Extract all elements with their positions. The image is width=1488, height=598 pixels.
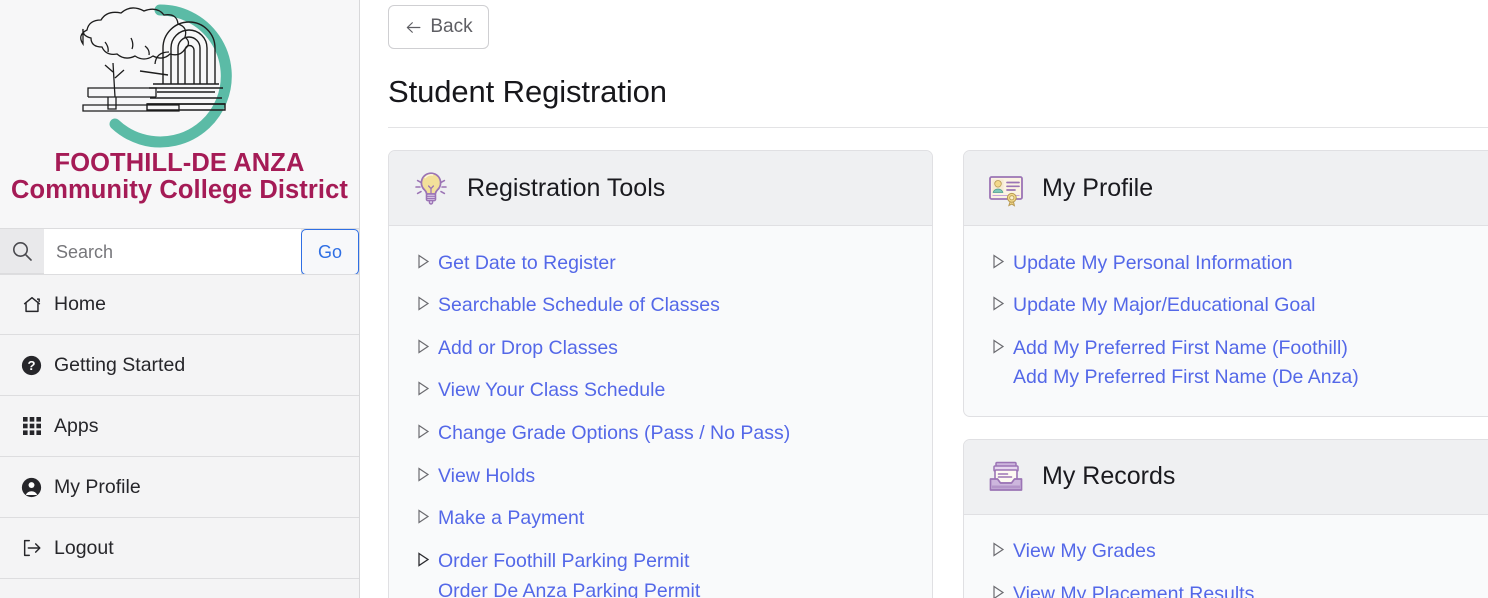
list-item[interactable]: View My Grades — [964, 531, 1488, 574]
page-root: FOOTHILL-DE ANZA Community College Distr… — [0, 0, 1488, 598]
link-add-or-drop-classes[interactable]: Add or Drop Classes — [438, 334, 618, 364]
link-make-a-payment[interactable]: Make a Payment — [438, 504, 584, 534]
lightbulb-icon — [411, 168, 451, 208]
right-column: My Profile Update My Personal Informatio… — [963, 150, 1488, 598]
triangle-marker-icon — [992, 542, 1005, 562]
list-item[interactable]: Change Grade Options (Pass / No Pass) — [389, 413, 932, 456]
arrow-left-icon — [404, 18, 423, 37]
triangle-marker-icon — [417, 339, 430, 359]
user-circle-icon — [20, 476, 43, 499]
sidebar-item-label: Getting Started — [54, 354, 185, 377]
sidebar-item-getting-started[interactable]: ? Getting Started — [0, 335, 359, 396]
card-body: View My Grades View My Placement Results — [964, 515, 1488, 598]
left-column: Registration Tools Get Date to Register — [388, 150, 933, 598]
sidebar-nav: Home ? Getting Started — [0, 274, 359, 579]
list-item[interactable]: Update My Personal Information — [964, 242, 1488, 285]
triangle-marker-icon — [417, 254, 430, 274]
triangle-marker-icon — [417, 296, 430, 316]
triangle-marker-icon — [417, 467, 430, 487]
link-update-my-personal-information[interactable]: Update My Personal Information — [1013, 249, 1293, 279]
triangle-marker-icon — [417, 424, 430, 444]
link-update-my-major-educational-goal[interactable]: Update My Major/Educational Goal — [1013, 291, 1315, 321]
list-item[interactable]: View Holds — [389, 455, 932, 498]
triangle-marker-icon — [417, 552, 430, 572]
link-get-date-to-register[interactable]: Get Date to Register — [438, 249, 616, 279]
triangle-marker-icon — [417, 381, 430, 401]
sidebar-item-apps[interactable]: Apps — [0, 396, 359, 457]
list-item[interactable]: Get Date to Register — [389, 242, 932, 285]
link-order-foothill-parking-permit[interactable]: Order Foothill Parking Permit — [438, 547, 700, 577]
search-icon[interactable] — [0, 229, 44, 273]
svg-text:?: ? — [27, 358, 35, 373]
card-header: Registration Tools — [389, 151, 932, 226]
card-registration-tools: Registration Tools Get Date to Register — [388, 150, 933, 598]
link-view-holds[interactable]: View Holds — [438, 462, 535, 492]
link-view-my-placement-results[interactable]: View My Placement Results — [1013, 580, 1254, 598]
main-content: Back Student Registration — [360, 0, 1488, 598]
card-header: My Profile — [964, 151, 1488, 226]
link-add-preferred-first-name-de-anza[interactable]: Add My Preferred First Name (De Anza) — [1013, 363, 1359, 393]
sidebar-item-label: My Profile — [54, 476, 141, 499]
sidebar-item-logout[interactable]: Logout — [0, 518, 359, 579]
card-title: Registration Tools — [467, 174, 665, 203]
title-divider — [388, 127, 1488, 128]
list-item[interactable]: Add or Drop Classes — [389, 327, 932, 370]
search-bar: Go — [0, 228, 359, 274]
id-card-icon — [986, 168, 1026, 208]
apps-grid-icon — [20, 415, 43, 438]
list-item[interactable]: Add My Preferred First Name (Foothill) A… — [964, 327, 1488, 399]
triangle-marker-icon — [417, 509, 430, 529]
list-item[interactable]: Make a Payment — [389, 498, 932, 541]
card-body: Update My Personal Information Update My… — [964, 226, 1488, 416]
triangle-marker-icon — [992, 296, 1005, 316]
triangle-marker-icon — [992, 585, 1005, 598]
card-body: Get Date to Register Searchable Schedule… — [389, 226, 932, 598]
foothill-de-anza-tree-arch-logo-icon — [45, 2, 315, 154]
link-view-my-grades[interactable]: View My Grades — [1013, 537, 1156, 567]
sidebar-item-my-profile[interactable]: My Profile — [0, 457, 359, 518]
link-view-your-class-schedule[interactable]: View Your Class Schedule — [438, 376, 665, 406]
list-item[interactable]: Update My Major/Educational Goal — [964, 285, 1488, 328]
question-circle-icon: ? — [20, 354, 43, 377]
search-input[interactable] — [44, 229, 301, 275]
card-header: My Records — [964, 440, 1488, 515]
list-item[interactable]: Searchable Schedule of Classes — [389, 285, 932, 328]
link-searchable-schedule-of-classes[interactable]: Searchable Schedule of Classes — [438, 291, 720, 321]
sidebar-item-home[interactable]: Home — [0, 274, 359, 335]
logout-icon — [20, 537, 43, 560]
sidebar: FOOTHILL-DE ANZA Community College Distr… — [0, 0, 360, 598]
card-title: My Records — [1042, 462, 1175, 491]
back-button-label: Back — [430, 16, 472, 38]
triangle-marker-icon — [992, 254, 1005, 274]
card-my-profile: My Profile Update My Personal Informatio… — [963, 150, 1488, 417]
inbox-tray-icon — [986, 457, 1026, 497]
link-add-preferred-first-name-foothill[interactable]: Add My Preferred First Name (Foothill) — [1013, 334, 1359, 364]
district-logo: FOOTHILL-DE ANZA Community College Distr… — [0, 0, 359, 228]
list-item[interactable]: View Your Class Schedule — [389, 370, 932, 413]
back-button[interactable]: Back — [388, 5, 489, 49]
link-change-grade-options[interactable]: Change Grade Options (Pass / No Pass) — [438, 419, 790, 449]
logo-line-2: Community College District — [11, 177, 348, 204]
page-title: Student Registration — [388, 74, 1488, 110]
card-columns: Registration Tools Get Date to Register — [388, 150, 1488, 598]
home-icon — [20, 293, 43, 316]
link-order-de-anza-parking-permit[interactable]: Order De Anza Parking Permit — [438, 577, 700, 598]
card-title: My Profile — [1042, 174, 1153, 203]
card-my-records: My Records View My Grades — [963, 439, 1488, 598]
sidebar-item-label: Home — [54, 293, 106, 316]
search-go-button[interactable]: Go — [301, 229, 359, 275]
sidebar-item-label: Logout — [54, 537, 114, 560]
list-item[interactable]: Order Foothill Parking Permit Order De A… — [389, 540, 932, 598]
triangle-marker-icon — [992, 339, 1005, 359]
list-item[interactable]: View My Placement Results — [964, 573, 1488, 598]
sidebar-item-label: Apps — [54, 415, 98, 438]
logo-line-1: FOOTHILL-DE ANZA — [11, 150, 348, 177]
